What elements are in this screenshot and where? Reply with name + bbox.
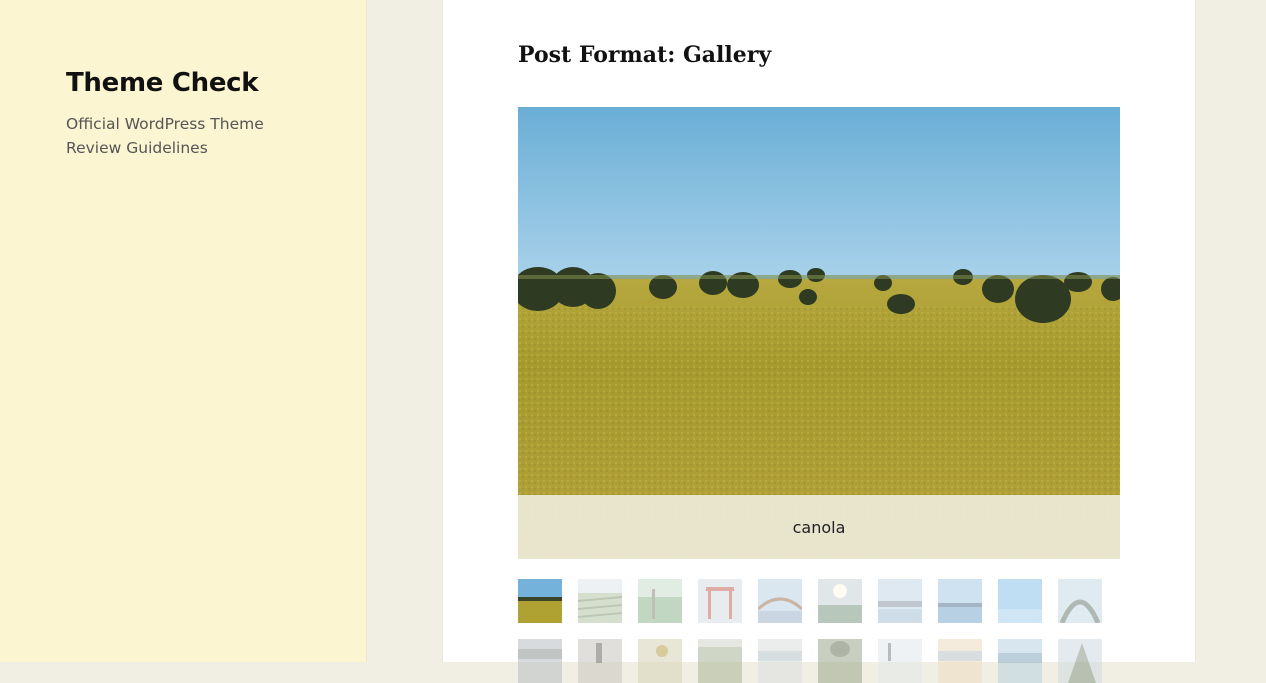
thumbnail-sun-lake[interactable] [818,579,862,623]
thumbnail-beach[interactable] [758,639,802,683]
thumbnail-tree-arch[interactable] [1058,579,1102,623]
thumbnail-dam-blue[interactable] [938,579,982,623]
gallery-thumbnails-row-1 [518,579,1120,623]
thumbnail-rocks[interactable] [1058,639,1102,683]
thumbnail-flowers[interactable] [638,639,682,683]
thumbnail-bridge[interactable] [758,579,802,623]
thumbnail-bridge-snow[interactable] [878,579,922,623]
sidebar: Theme Check Official WordPress Theme Rev… [0,0,367,662]
post-content: Post Format: Gallery canola [442,0,1196,683]
canola-field-photo [518,107,1120,559]
site-description: Official WordPress Theme Review Guidelin… [66,115,264,157]
thumbnail-green-field[interactable] [638,579,682,623]
thumbnail-grey-sky[interactable] [518,639,562,683]
thumbnail-vines[interactable] [698,639,742,683]
site-title[interactable]: Theme Check [66,68,259,98]
post-title[interactable]: Post Format: Gallery [518,42,771,68]
gallery-caption: canola [518,495,1120,559]
thumbnail-sea[interactable] [998,639,1042,683]
thumbnail-lamp[interactable] [578,639,622,683]
gallery-thumbnails-row-2 [518,639,1120,683]
thumbnail-canola[interactable] [518,579,562,623]
thumbnail-pole[interactable] [878,639,922,683]
thumbnail-pier-frame[interactable] [698,579,742,623]
thumbnail-horizon[interactable] [938,639,982,683]
thumbnail-trees[interactable] [818,639,862,683]
gallery-main-image[interactable]: canola [518,107,1120,559]
thumbnail-field-rows[interactable] [578,579,622,623]
thumbnail-sky-blue[interactable] [998,579,1042,623]
